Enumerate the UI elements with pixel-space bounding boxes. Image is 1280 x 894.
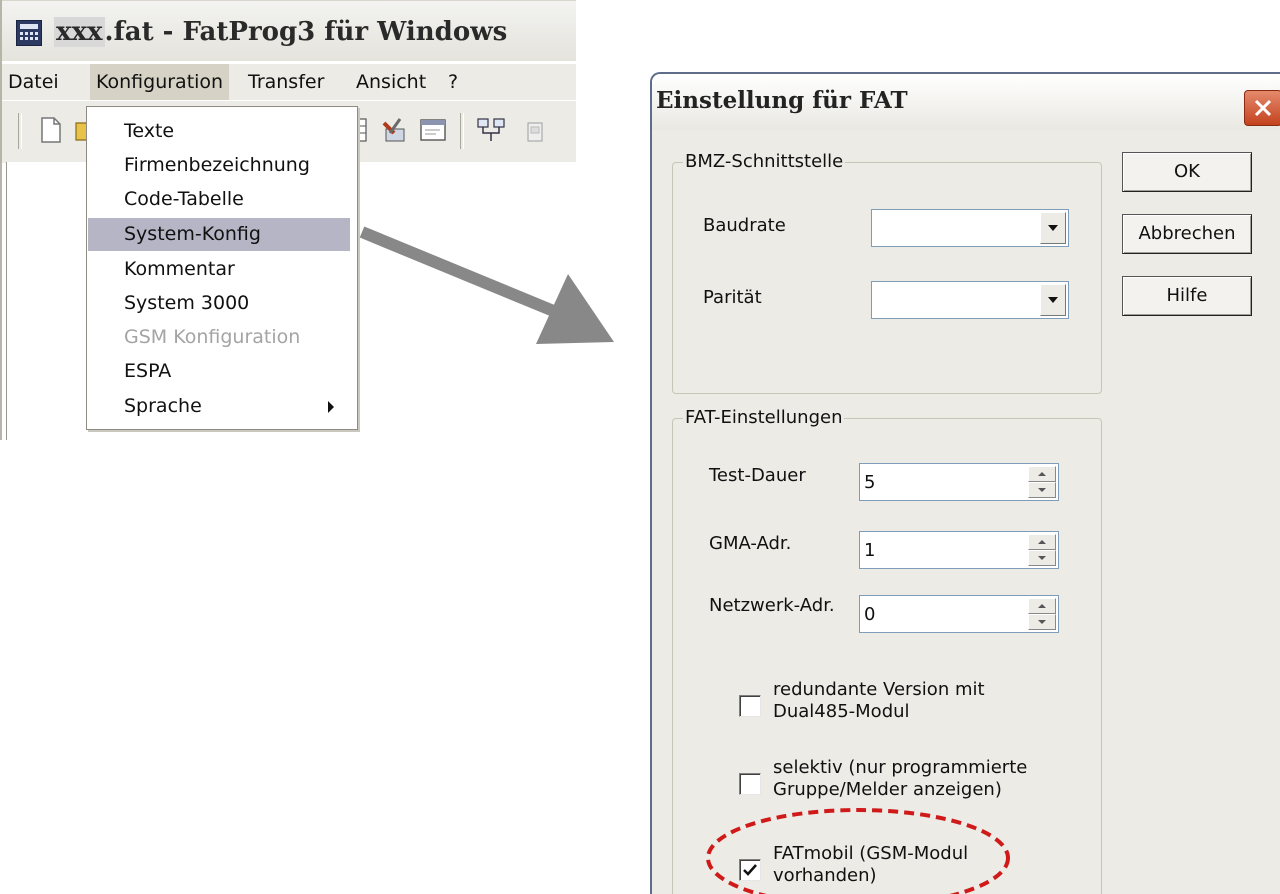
- selektiv-label-line1: selektiv (nur programmierte: [773, 757, 1028, 778]
- submenu-arrow-icon: [328, 401, 334, 413]
- selektiv-checkbox[interactable]: [739, 773, 761, 795]
- app-title: xxx.fat - FatProg3 für Windows: [54, 17, 507, 47]
- netzwerk-adr-value: 0: [864, 604, 876, 625]
- spin-up-icon[interactable]: [1028, 598, 1056, 614]
- hilfe-button[interactable]: Hilfe: [1122, 276, 1252, 316]
- menu-item-texte[interactable]: Texte: [88, 115, 350, 148]
- menu-item-sprache[interactable]: Sprache: [88, 390, 350, 423]
- spinner-buttons: [1028, 534, 1056, 566]
- network-icon[interactable]: [476, 115, 506, 145]
- menu-item-sprache-label: Sprache: [124, 395, 202, 417]
- spinner-buttons: [1028, 466, 1056, 498]
- app-titlebar: xxx.fat - FatProg3 für Windows: [2, 0, 576, 61]
- menu-ansicht[interactable]: Ansicht: [350, 64, 432, 100]
- netzwerk-adr-label: Netzwerk-Adr.: [709, 595, 835, 616]
- menu-item-system-3000[interactable]: System 3000: [88, 287, 350, 320]
- netzwerk-adr-spinner[interactable]: 0: [859, 595, 1059, 633]
- menu-konfiguration[interactable]: Konfiguration: [90, 64, 230, 100]
- menu-transfer[interactable]: Transfer: [242, 64, 330, 100]
- spin-down-icon[interactable]: [1028, 614, 1056, 630]
- spin-up-icon[interactable]: [1028, 534, 1056, 550]
- highlight-ellipse: [706, 808, 1010, 894]
- gma-adr-label: GMA-Adr.: [709, 533, 792, 554]
- konfiguration-menu: Texte Firmenbezeichnung Code-Tabelle Sys…: [86, 106, 358, 430]
- dialog-title: Einstellung für FAT: [656, 87, 908, 114]
- menu-item-kommentar[interactable]: Kommentar: [88, 253, 350, 286]
- calculator-app-icon: [16, 20, 42, 46]
- redundant-label: redundante Version mit Dual485-Modul: [773, 679, 985, 723]
- close-icon: [1254, 99, 1272, 117]
- toolbar-separator: [460, 113, 464, 149]
- chevron-down-icon[interactable]: [1040, 212, 1066, 244]
- test-dauer-value: 5: [864, 472, 876, 493]
- redundant-label-line1: redundante Version mit: [773, 679, 985, 700]
- app-title-text: .fat - FatProg3 für Windows: [104, 17, 508, 47]
- annotation-arrow: [359, 226, 614, 344]
- device-icon[interactable]: [520, 115, 550, 145]
- toolbar-separator: [18, 113, 22, 149]
- menu-item-gsm-konfiguration: GSM Konfiguration: [124, 326, 301, 348]
- spin-up-icon[interactable]: [1028, 466, 1056, 482]
- ok-button[interactable]: OK: [1122, 152, 1252, 192]
- gma-adr-value: 1: [864, 540, 876, 561]
- app-title-prefix: xxx: [54, 17, 105, 47]
- window-icon[interactable]: [418, 115, 448, 145]
- menu-item-code-tabelle[interactable]: Code-Tabelle: [88, 183, 350, 216]
- selektiv-label: selektiv (nur programmierte Gruppe/Melde…: [773, 757, 1027, 801]
- baudrate-label: Baudrate: [703, 215, 786, 236]
- gma-adr-spinner[interactable]: 1: [859, 531, 1059, 569]
- spin-down-icon[interactable]: [1028, 482, 1056, 498]
- test-dauer-spinner[interactable]: 5: [859, 463, 1059, 501]
- menu-item-firmenbezeichnung[interactable]: Firmenbezeichnung: [88, 149, 350, 182]
- tools-icon[interactable]: [380, 115, 410, 145]
- menu-help[interactable]: ?: [442, 64, 464, 100]
- settings-dialog: Einstellung für FAT BMZ-Schnittstelle Ba…: [650, 72, 1280, 894]
- spin-down-icon[interactable]: [1028, 550, 1056, 566]
- paritaet-label: Parität: [703, 287, 762, 308]
- spinner-buttons: [1028, 598, 1056, 630]
- close-button[interactable]: [1244, 90, 1280, 126]
- new-file-icon[interactable]: [36, 115, 66, 145]
- redundant-label-line2: Dual485-Modul: [773, 701, 910, 722]
- redundant-checkbox[interactable]: [739, 695, 761, 717]
- abbrechen-button[interactable]: Abbrechen: [1122, 214, 1252, 254]
- bmz-groupbox: BMZ-Schnittstelle Baudrate Parität: [672, 151, 1102, 394]
- baudrate-select[interactable]: [871, 209, 1069, 247]
- chevron-down-icon[interactable]: [1040, 284, 1066, 316]
- menu-bar: Datei Konfiguration Transfer Ansicht ?: [2, 64, 576, 100]
- fat-legend: FAT-Einstellungen: [683, 407, 845, 428]
- menu-item-espa[interactable]: ESPA: [88, 355, 350, 388]
- test-dauer-label: Test-Dauer: [709, 465, 806, 486]
- menu-item-system-konfig[interactable]: System-Konfig: [88, 218, 350, 251]
- selektiv-label-line2: Gruppe/Melder anzeigen): [773, 779, 1002, 800]
- dialog-titlebar: Einstellung für FAT: [652, 74, 1280, 130]
- paritaet-select[interactable]: [871, 281, 1069, 319]
- bmz-legend: BMZ-Schnittstelle: [683, 151, 846, 172]
- menu-datei[interactable]: Datei: [2, 64, 65, 100]
- dialog-body: BMZ-Schnittstelle Baudrate Parität OK Ab…: [658, 132, 1280, 894]
